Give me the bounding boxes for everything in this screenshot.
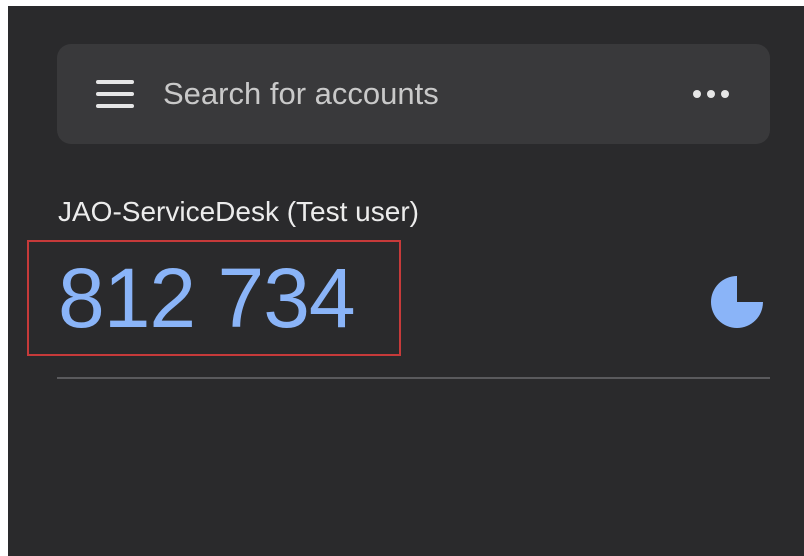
countdown-timer-icon [711,276,763,328]
divider [57,377,770,379]
search-bar [57,44,770,144]
authenticator-app: JAO-ServiceDesk (Test user) 812 734 [8,6,804,556]
otp-code[interactable]: 812 734 [58,252,356,344]
account-name: JAO-ServiceDesk (Test user) [58,196,419,227]
hamburger-menu-icon[interactable] [96,80,134,108]
search-input[interactable] [163,72,663,116]
more-options-icon[interactable] [691,84,731,104]
